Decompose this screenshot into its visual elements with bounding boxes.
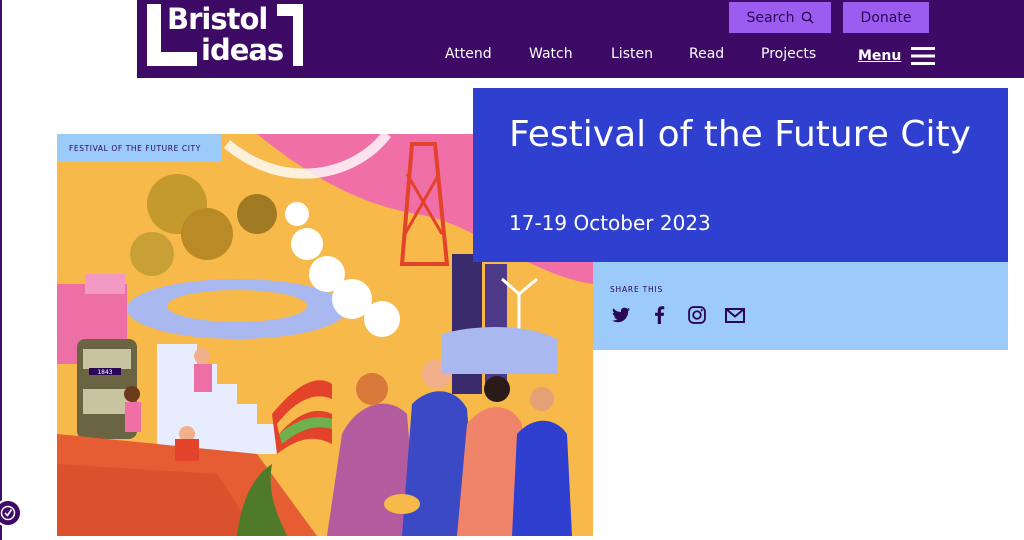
hero-tag: FESTIVAL OF THE FUTURE CITY [57,134,221,162]
search-button[interactable]: Search [729,2,831,33]
nav-read[interactable]: Read [689,46,724,66]
share-label: SHARE THIS [610,285,664,294]
logo-word-ideas: ideas [201,33,284,67]
nav-attend[interactable]: Attend [445,46,492,66]
menu-button[interactable]: Menu [858,46,936,66]
menu-label: Menu [858,48,902,64]
search-icon [801,11,814,24]
instagram-icon[interactable] [686,304,708,326]
twitter-icon[interactable] [610,304,632,326]
nav-watch[interactable]: Watch [529,46,573,66]
share-icons [610,304,746,326]
nav-projects[interactable]: Projects [761,46,816,66]
event-title: Festival of the Future City [509,114,971,155]
donate-label: Donate [860,9,912,26]
search-label: Search [746,9,795,26]
facebook-icon[interactable] [648,304,670,326]
accessibility-icon[interactable] [0,499,22,527]
event-title-panel: Festival of the Future City 17-19 Octobe… [473,88,1008,262]
donate-button[interactable]: Donate [843,2,929,33]
share-panel: SHARE THIS [593,262,1008,350]
left-border [0,0,2,540]
bristol-ideas-logo[interactable]: Bristol ideas [145,2,305,68]
event-date: 17-19 October 2023 [509,211,711,235]
bus-number: 1843 [97,369,112,376]
email-icon[interactable] [724,304,746,326]
logo-word-bristol: Bristol [167,2,268,36]
hamburger-icon [911,47,936,65]
nav-listen[interactable]: Listen [611,46,653,66]
